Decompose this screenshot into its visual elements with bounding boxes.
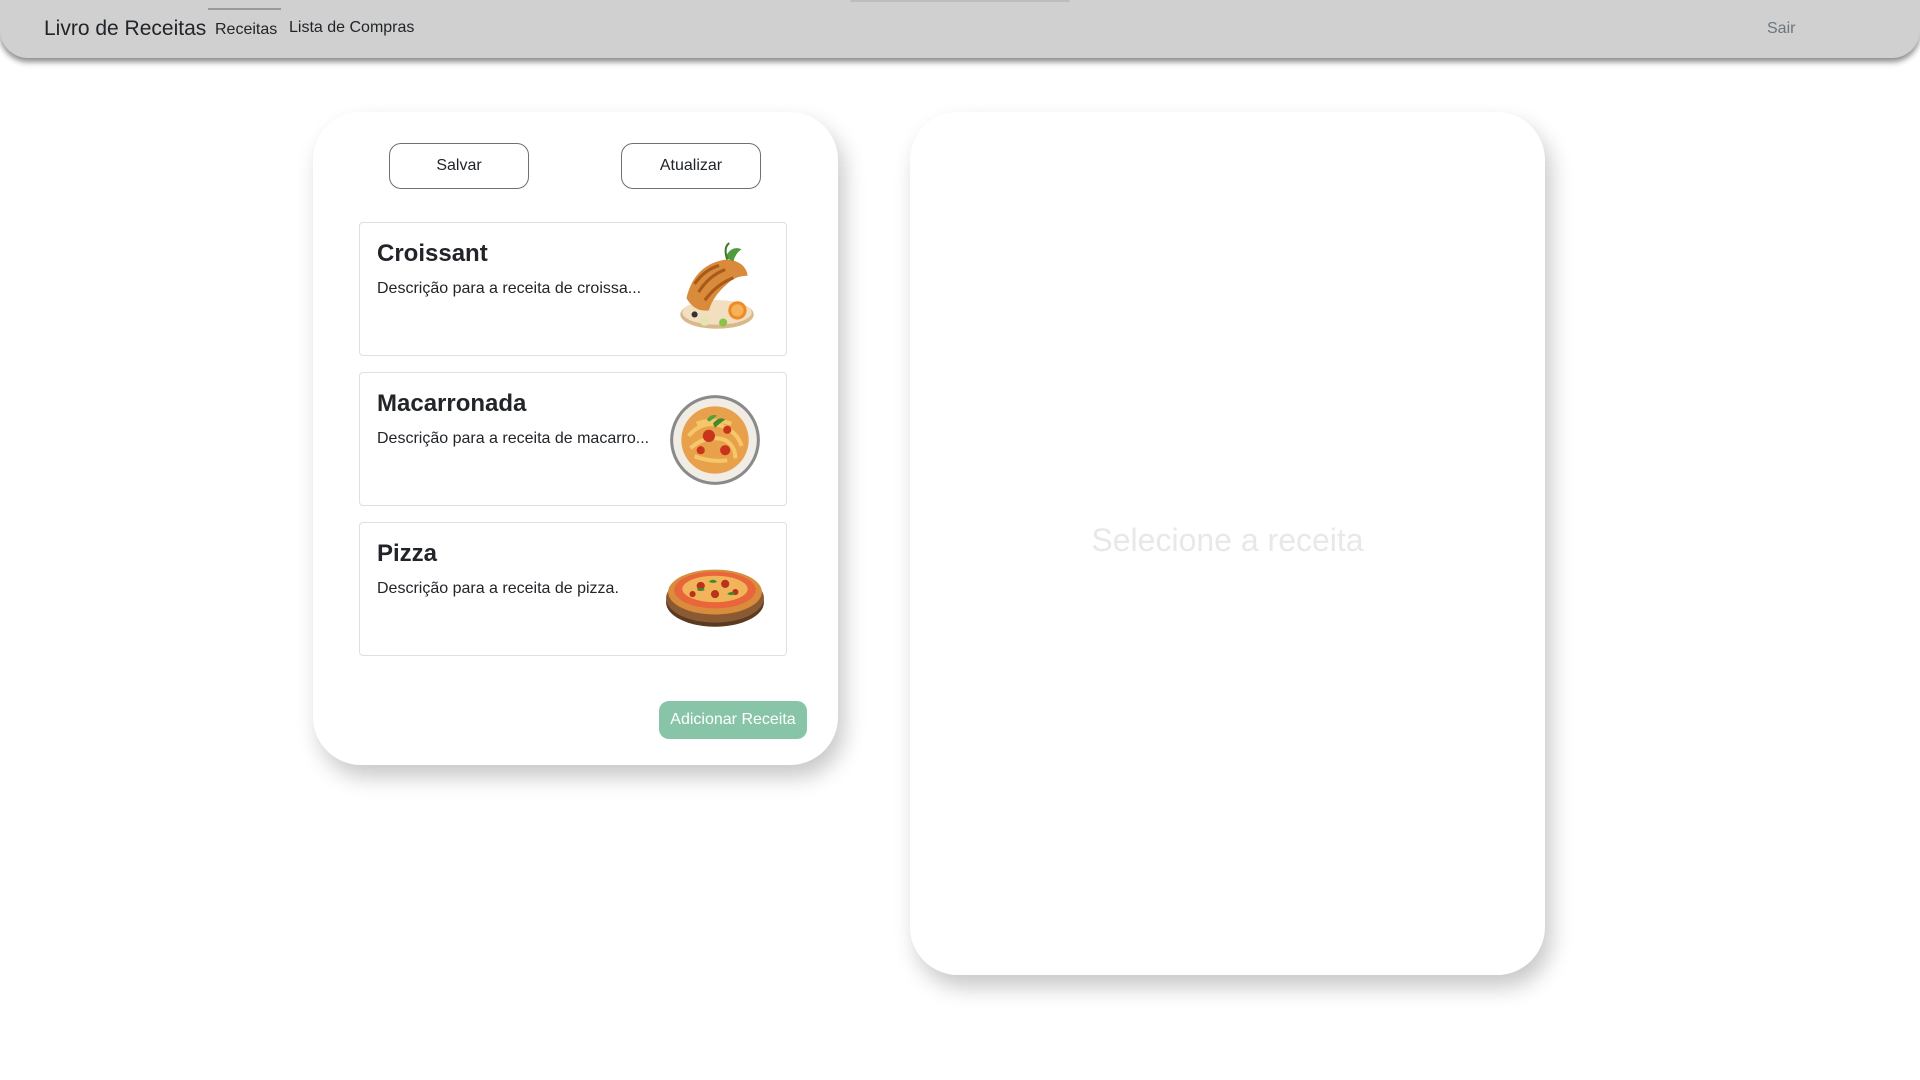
recipe-title: Macarronada <box>377 390 527 417</box>
update-button[interactable]: Atualizar <box>621 143 761 189</box>
navbar-top-divider <box>850 0 1070 2</box>
nav-link-receitas[interactable]: Receitas <box>207 8 282 39</box>
recipe-card-croissant[interactable]: Croissant Descrição para a receita de cr… <box>359 222 787 356</box>
croissant-image <box>680 242 754 329</box>
brand-title[interactable]: Livro de Receitas <box>44 17 206 41</box>
recipe-description: Descrição para a receita de pizza. <box>377 580 619 597</box>
nav-link-lista-de-compras[interactable]: Lista de Compras <box>289 19 414 37</box>
add-recipe-button[interactable]: Adicionar Receita <box>659 701 807 739</box>
recipe-card-pizza[interactable]: Pizza Descrição para a receita de pizza. <box>359 522 787 656</box>
recipe-description: Descrição para a receita de macarro... <box>377 430 650 447</box>
select-recipe-placeholder: Selecione a receita <box>1091 522 1364 558</box>
recipe-title: Pizza <box>377 540 438 567</box>
recipe-detail-panel: Selecione a receita <box>910 112 1545 975</box>
logout-link[interactable]: Sair <box>1767 20 1795 38</box>
recipe-description: Descrição para a receita de croissa... <box>377 280 642 297</box>
save-button[interactable]: Salvar <box>389 143 529 189</box>
recipe-list-panel: Salvar Atualizar Croissant Descrição par… <box>313 112 838 765</box>
pizza-image <box>666 569 764 627</box>
recipe-title: Croissant <box>377 240 488 267</box>
recipe-card-macarronada[interactable]: Macarronada Descrição para a receita de … <box>359 372 787 506</box>
top-navbar: Livro de Receitas Receitas Lista de Comp… <box>0 0 1920 58</box>
pasta-plate-image <box>670 395 760 485</box>
